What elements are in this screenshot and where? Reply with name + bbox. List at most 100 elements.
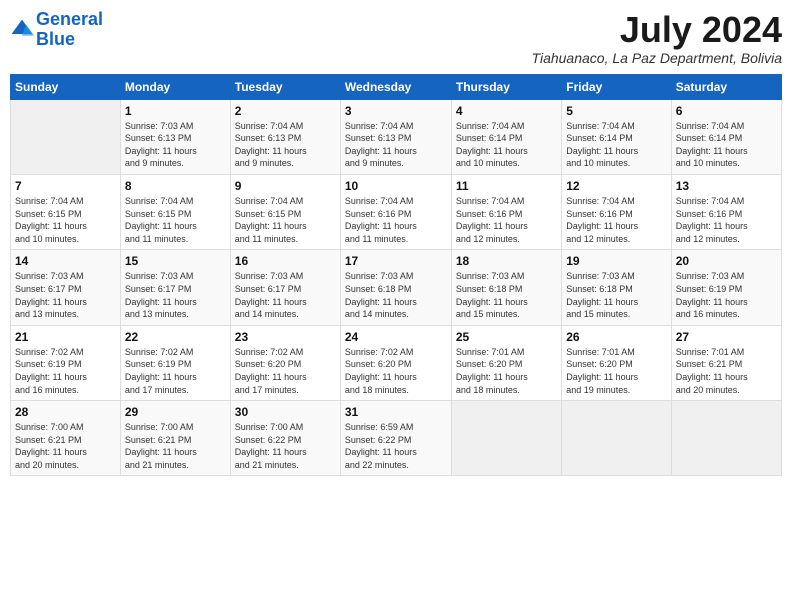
day-number: 15: [125, 254, 226, 268]
day-number: 7: [15, 179, 116, 193]
day-info: Sunrise: 7:04 AMSunset: 6:15 PMDaylight:…: [15, 195, 116, 245]
day-number: 1: [125, 104, 226, 118]
day-info: Sunrise: 7:00 AMSunset: 6:21 PMDaylight:…: [125, 421, 226, 471]
calendar-cell: 3Sunrise: 7:04 AMSunset: 6:13 PMDaylight…: [340, 99, 451, 174]
day-number: 25: [456, 330, 557, 344]
day-number: 29: [125, 405, 226, 419]
day-info: Sunrise: 7:04 AMSunset: 6:13 PMDaylight:…: [235, 120, 336, 170]
title-block: July 2024 Tiahuanaco, La Paz Department,…: [532, 10, 782, 66]
day-info: Sunrise: 7:01 AMSunset: 6:21 PMDaylight:…: [676, 346, 777, 396]
calendar-week-2: 7 Sunrise: 7:04 AMSunset: 6:15 PMDaylight…: [11, 174, 782, 249]
location-title: Tiahuanaco, La Paz Department, Bolivia: [532, 50, 782, 66]
day-info: Sunrise: 7:03 AMSunset: 6:18 PMDaylight:…: [345, 270, 447, 320]
logo-text: General Blue: [36, 10, 103, 50]
calendar-week-1: 1Sunrise: 7:03 AMSunset: 6:13 PMDaylight…: [11, 99, 782, 174]
calendar-cell: 10 Sunrise: 7:04 AMSunset: 6:16 PMDayligh…: [340, 174, 451, 249]
calendar-week-5: 28 Sunrise: 7:00 AMSunset: 6:21 PMDayligh…: [11, 401, 782, 476]
day-number: 24: [345, 330, 447, 344]
month-title: July 2024: [532, 10, 782, 50]
calendar-cell: 4Sunrise: 7:04 AMSunset: 6:14 PMDaylight…: [451, 99, 561, 174]
calendar-cell: 16 Sunrise: 7:03 AMSunset: 6:17 PMDayligh…: [230, 250, 340, 325]
day-number: 28: [15, 405, 116, 419]
day-info: Sunrise: 7:04 AMSunset: 6:16 PMDaylight:…: [345, 195, 447, 245]
logo-icon: [10, 18, 34, 38]
col-wednesday: Wednesday: [340, 74, 451, 99]
day-number: 18: [456, 254, 557, 268]
col-saturday: Saturday: [671, 74, 781, 99]
header-row: Sunday Monday Tuesday Wednesday Thursday…: [11, 74, 782, 99]
calendar-cell: 31Sunrise: 6:59 AMSunset: 6:22 PMDayligh…: [340, 401, 451, 476]
day-number: 16: [235, 254, 336, 268]
calendar-week-4: 21 Sunrise: 7:02 AMSunset: 6:19 PMDayligh…: [11, 325, 782, 400]
day-number: 19: [566, 254, 666, 268]
day-number: 27: [676, 330, 777, 344]
day-info: Sunrise: 7:04 AMSunset: 6:16 PMDaylight:…: [676, 195, 777, 245]
day-info: Sunrise: 7:00 AMSunset: 6:22 PMDaylight:…: [235, 421, 336, 471]
day-number: 22: [125, 330, 226, 344]
col-sunday: Sunday: [11, 74, 121, 99]
day-number: 5: [566, 104, 666, 118]
day-info: Sunrise: 7:04 AMSunset: 6:16 PMDaylight:…: [456, 195, 557, 245]
day-number: 17: [345, 254, 447, 268]
day-info: Sunrise: 7:04 AMSunset: 6:14 PMDaylight:…: [676, 120, 777, 170]
calendar-cell: 17 Sunrise: 7:03 AMSunset: 6:18 PMDayligh…: [340, 250, 451, 325]
day-number: 30: [235, 405, 336, 419]
calendar-cell: 27 Sunrise: 7:01 AMSunset: 6:21 PMDayligh…: [671, 325, 781, 400]
day-info: Sunrise: 7:03 AMSunset: 6:19 PMDaylight:…: [676, 270, 777, 320]
calendar-cell: [562, 401, 671, 476]
day-info: Sunrise: 7:04 AMSunset: 6:15 PMDaylight:…: [125, 195, 226, 245]
calendar-cell: 20 Sunrise: 7:03 AMSunset: 6:19 PMDayligh…: [671, 250, 781, 325]
day-number: 4: [456, 104, 557, 118]
calendar-cell: 8 Sunrise: 7:04 AMSunset: 6:15 PMDaylight…: [120, 174, 230, 249]
day-info: Sunrise: 7:02 AMSunset: 6:19 PMDaylight:…: [15, 346, 116, 396]
calendar-cell: 18Sunrise: 7:03 AMSunset: 6:18 PMDayligh…: [451, 250, 561, 325]
calendar-cell: 30 Sunrise: 7:00 AMSunset: 6:22 PMDayligh…: [230, 401, 340, 476]
day-info: Sunrise: 7:03 AMSunset: 6:17 PMDaylight:…: [15, 270, 116, 320]
day-number: 8: [125, 179, 226, 193]
day-info: Sunrise: 7:03 AMSunset: 6:17 PMDaylight:…: [235, 270, 336, 320]
day-number: 23: [235, 330, 336, 344]
day-info: Sunrise: 7:04 AMSunset: 6:14 PMDaylight:…: [566, 120, 666, 170]
logo-line1: General: [36, 9, 103, 29]
calendar-cell: 2Sunrise: 7:04 AMSunset: 6:13 PMDaylight…: [230, 99, 340, 174]
calendar-cell: 5 Sunrise: 7:04 AMSunset: 6:14 PMDaylight…: [562, 99, 671, 174]
day-number: 13: [676, 179, 777, 193]
day-info: Sunrise: 7:01 AMSunset: 6:20 PMDaylight:…: [456, 346, 557, 396]
calendar-header: Sunday Monday Tuesday Wednesday Thursday…: [11, 74, 782, 99]
calendar-week-3: 14 Sunrise: 7:03 AMSunset: 6:17 PMDayligh…: [11, 250, 782, 325]
calendar-cell: 29 Sunrise: 7:00 AMSunset: 6:21 PMDayligh…: [120, 401, 230, 476]
day-info: Sunrise: 7:04 AMSunset: 6:15 PMDaylight:…: [235, 195, 336, 245]
calendar-cell: 28 Sunrise: 7:00 AMSunset: 6:21 PMDayligh…: [11, 401, 121, 476]
calendar-cell: 13 Sunrise: 7:04 AMSunset: 6:16 PMDayligh…: [671, 174, 781, 249]
day-number: 20: [676, 254, 777, 268]
day-number: 10: [345, 179, 447, 193]
calendar-cell: [671, 401, 781, 476]
col-monday: Monday: [120, 74, 230, 99]
day-info: Sunrise: 7:03 AMSunset: 6:17 PMDaylight:…: [125, 270, 226, 320]
day-info: Sunrise: 6:59 AMSunset: 6:22 PMDaylight:…: [345, 421, 447, 471]
calendar-cell: 14 Sunrise: 7:03 AMSunset: 6:17 PMDayligh…: [11, 250, 121, 325]
calendar-cell: 6 Sunrise: 7:04 AMSunset: 6:14 PMDaylight…: [671, 99, 781, 174]
col-friday: Friday: [562, 74, 671, 99]
day-number: 26: [566, 330, 666, 344]
col-thursday: Thursday: [451, 74, 561, 99]
day-info: Sunrise: 7:01 AMSunset: 6:20 PMDaylight:…: [566, 346, 666, 396]
day-number: 9: [235, 179, 336, 193]
day-number: 21: [15, 330, 116, 344]
day-number: 3: [345, 104, 447, 118]
day-number: 12: [566, 179, 666, 193]
day-info: Sunrise: 7:00 AMSunset: 6:21 PMDaylight:…: [15, 421, 116, 471]
day-info: Sunrise: 7:02 AMSunset: 6:19 PMDaylight:…: [125, 346, 226, 396]
calendar-cell: 15 Sunrise: 7:03 AMSunset: 6:17 PMDayligh…: [120, 250, 230, 325]
calendar-cell: 19Sunrise: 7:03 AMSunset: 6:18 PMDayligh…: [562, 250, 671, 325]
calendar-cell: 12Sunrise: 7:04 AMSunset: 6:16 PMDayligh…: [562, 174, 671, 249]
day-info: Sunrise: 7:02 AMSunset: 6:20 PMDaylight:…: [235, 346, 336, 396]
day-number: 14: [15, 254, 116, 268]
calendar-cell: 22 Sunrise: 7:02 AMSunset: 6:19 PMDayligh…: [120, 325, 230, 400]
calendar-cell: 7 Sunrise: 7:04 AMSunset: 6:15 PMDaylight…: [11, 174, 121, 249]
header: General Blue July 2024 Tiahuanaco, La Pa…: [10, 10, 782, 66]
calendar-cell: 23 Sunrise: 7:02 AMSunset: 6:20 PMDayligh…: [230, 325, 340, 400]
day-number: 6: [676, 104, 777, 118]
logo-line2: Blue: [36, 29, 75, 49]
calendar-cell: 26 Sunrise: 7:01 AMSunset: 6:20 PMDayligh…: [562, 325, 671, 400]
